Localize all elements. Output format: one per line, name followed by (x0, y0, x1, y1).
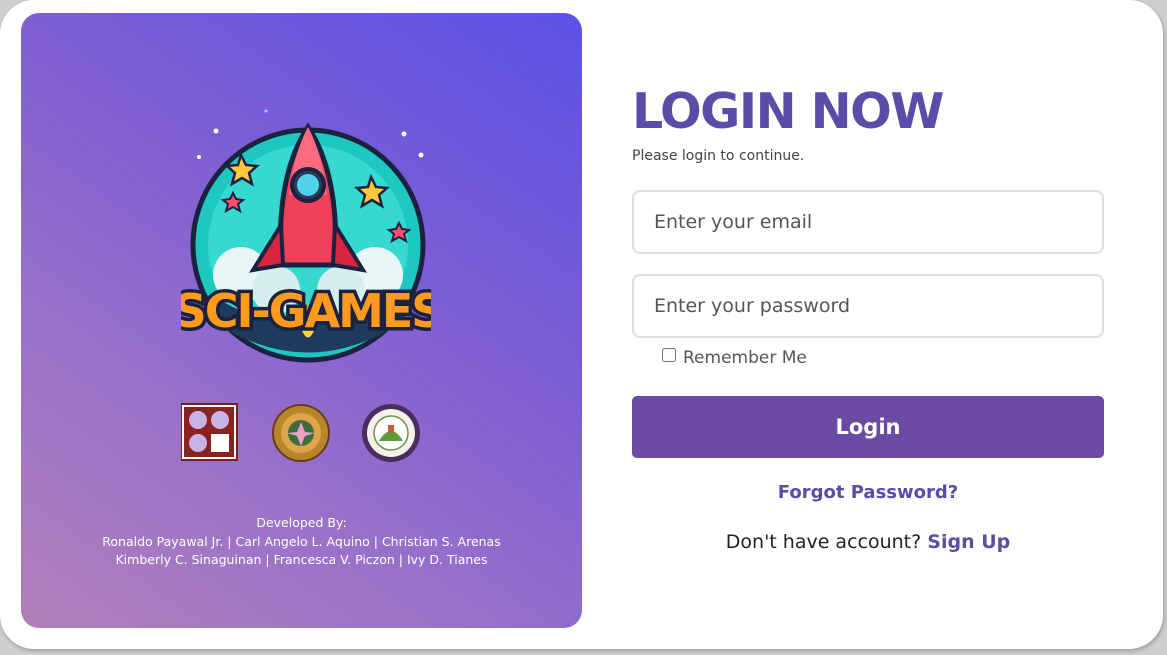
login-form: LOGIN NOW Please login to continue. Reme… (632, 80, 1104, 553)
no-account-text: Don't have account? (725, 531, 922, 553)
login-button[interactable]: Login (632, 396, 1104, 458)
sign-up-link[interactable]: Sign Up (927, 531, 1010, 553)
branding-panel: SCI-GAMES Developed By: Ronaldo Payawal … (21, 13, 582, 628)
remember-me-checkbox[interactable] (662, 348, 676, 362)
forgot-password-link[interactable]: Forgot Password? (632, 482, 1104, 503)
login-card: SCI-GAMES Developed By: Ronaldo Payawal … (0, 0, 1163, 649)
developer-credits: Developed By: Ronaldo Payawal Jr. | Carl… (21, 514, 582, 570)
remember-me-label: Remember Me (683, 348, 807, 368)
signup-row: Don't have account? Sign Up (632, 531, 1104, 553)
credits-line-2: Kimberly C. Sinaguinan | Francesca V. Pi… (115, 552, 488, 567)
logo-title: SCI-GAMES (181, 284, 431, 338)
partner-logo-2-icon (272, 404, 330, 462)
partner-logos (181, 403, 420, 462)
page-title: LOGIN NOW (632, 83, 944, 140)
credits-line-1: Ronaldo Payawal Jr. | Carl Angelo L. Aqu… (102, 533, 501, 549)
remember-me-row[interactable]: Remember Me (662, 348, 807, 368)
page-subtitle: Please login to continue. (632, 148, 805, 164)
password-input[interactable] (632, 274, 1104, 338)
partner-logo-1-icon (181, 403, 238, 461)
sci-games-logo: SCI-GAMES (181, 109, 431, 363)
partner-logo-3-icon (362, 404, 420, 462)
credits-heading: Developed By: (256, 515, 347, 530)
email-input[interactable] (632, 190, 1104, 254)
